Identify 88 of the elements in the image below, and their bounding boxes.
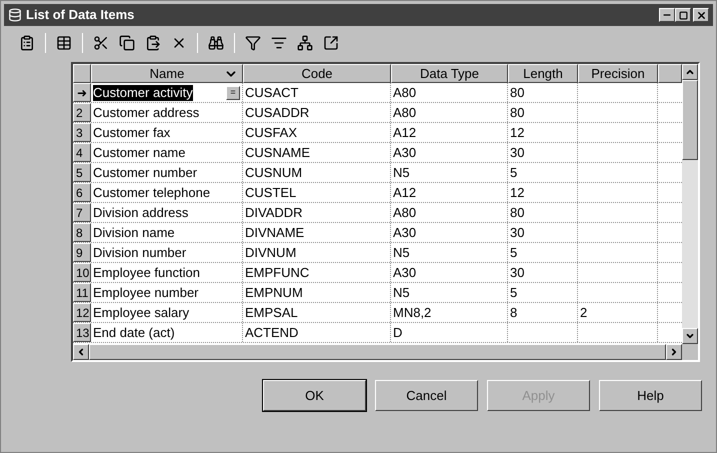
table-cell: 5 [510,244,518,260]
row-header[interactable]: 4 [73,143,91,162]
table-cell: A30 [393,144,416,160]
table-cell: ACTEND [245,324,298,340]
table-cell: 30 [510,144,524,160]
scroll-right-button[interactable] [666,344,682,360]
table-cell: 5 [510,284,518,300]
row-header[interactable]: 9 [73,243,91,262]
row-header[interactable]: 6 [73,183,91,202]
table-cell: Customer address [93,104,200,120]
column-header[interactable]: Code [243,64,391,83]
table-cell: Customer telephone [93,184,210,200]
table-cell: 8 [510,304,518,320]
row-header[interactable]: 10 [73,263,91,282]
table-cell: CUSNUM [245,164,302,180]
table-cell: 30 [510,224,524,240]
row-header[interactable]: 5 [73,163,91,182]
table-cell: 12 [510,124,524,140]
window-title: List of Data Items [26,6,136,24]
table-cell: 80 [510,204,524,220]
table-cell: Customer fax [93,124,170,140]
table-cell: Division name [93,224,175,240]
table-cell: Employee function [93,264,200,280]
dialog-button[interactable]: OK [263,380,366,411]
table-cell: N5 [393,164,410,180]
scroll-thumb[interactable] [682,80,698,160]
table-cell: D [393,324,402,340]
table-cell: EMPNUM [245,284,303,300]
table-cell: CUSNAME [245,144,310,160]
table-cell: MN8,2 [393,304,432,320]
row-header[interactable]: 11 [73,283,91,302]
maximize-button[interactable] [675,8,691,22]
table-cell: 5 [510,164,518,180]
dialog-button[interactable]: Cancel [375,380,478,411]
table-cell: A80 [393,104,416,120]
table-cell: 80 [510,104,524,120]
table-cell: A80 [393,204,416,220]
column-header[interactable]: Precision [578,64,658,83]
table-cell: End date (act) [93,324,175,340]
table-cell: A30 [393,224,416,240]
table-cell: EMPFUNC [245,264,310,280]
table-cell: CUSACT [245,84,298,100]
scroll-down-button[interactable] [682,328,698,344]
table-cell: DIVADDR [245,204,303,220]
table-cell: Employee salary [93,304,190,320]
table-cell: 2 [580,304,588,320]
table-cell: EMPSAL [245,304,298,320]
table-cell: CUSFAX [245,124,298,140]
table-cell: 12 [510,184,524,200]
table-cell: A12 [393,124,416,140]
table-cell: Division number [93,244,186,260]
table-cell: 30 [510,264,524,280]
table-cell: 80 [510,84,524,100]
column-header[interactable]: Data Type [391,64,508,83]
row-header[interactable]: 8 [73,223,91,242]
table-cell: DIVNAME [245,224,304,240]
scrollbar-corner [682,344,698,360]
table-cell: Customer number [93,164,198,180]
table-cell: A12 [393,184,416,200]
close-button[interactable] [693,8,709,22]
scroll-up-button[interactable] [682,64,698,80]
minimize-button[interactable] [659,8,675,22]
row-header[interactable]: 12 [73,303,91,322]
table-cell: A30 [393,264,416,280]
row-header[interactable]: 3 [73,123,91,142]
table-cell: CUSADDR [245,104,310,120]
table-cell: Customer activity [93,84,193,100]
vertical-scrollbar[interactable] [682,64,698,344]
table-cell: Employee number [93,284,198,300]
scroll-left-button[interactable] [73,344,89,360]
table-cell: A80 [393,84,416,100]
table-cell: CUSTEL [245,184,296,200]
column-header[interactable]: Length [508,64,578,83]
column-header[interactable]: Name [91,64,243,83]
table-cell: N5 [393,244,410,260]
table-cell: Division address [93,204,188,220]
table-cell: Customer name [93,144,186,160]
close-icon [696,10,706,20]
window-icon [8,8,22,22]
maximize-icon [678,10,688,20]
dialog-button[interactable]: Help [599,380,702,411]
edit-button[interactable]: = [226,86,240,100]
row-header[interactable]: 2 [73,103,91,122]
table-cell: DIVNUM [245,244,296,260]
row-header[interactable]: 13 [73,323,91,342]
row-header[interactable]: 7 [73,203,91,222]
table-cell: N5 [393,284,410,300]
row-header[interactable]: ➜ [73,83,91,102]
